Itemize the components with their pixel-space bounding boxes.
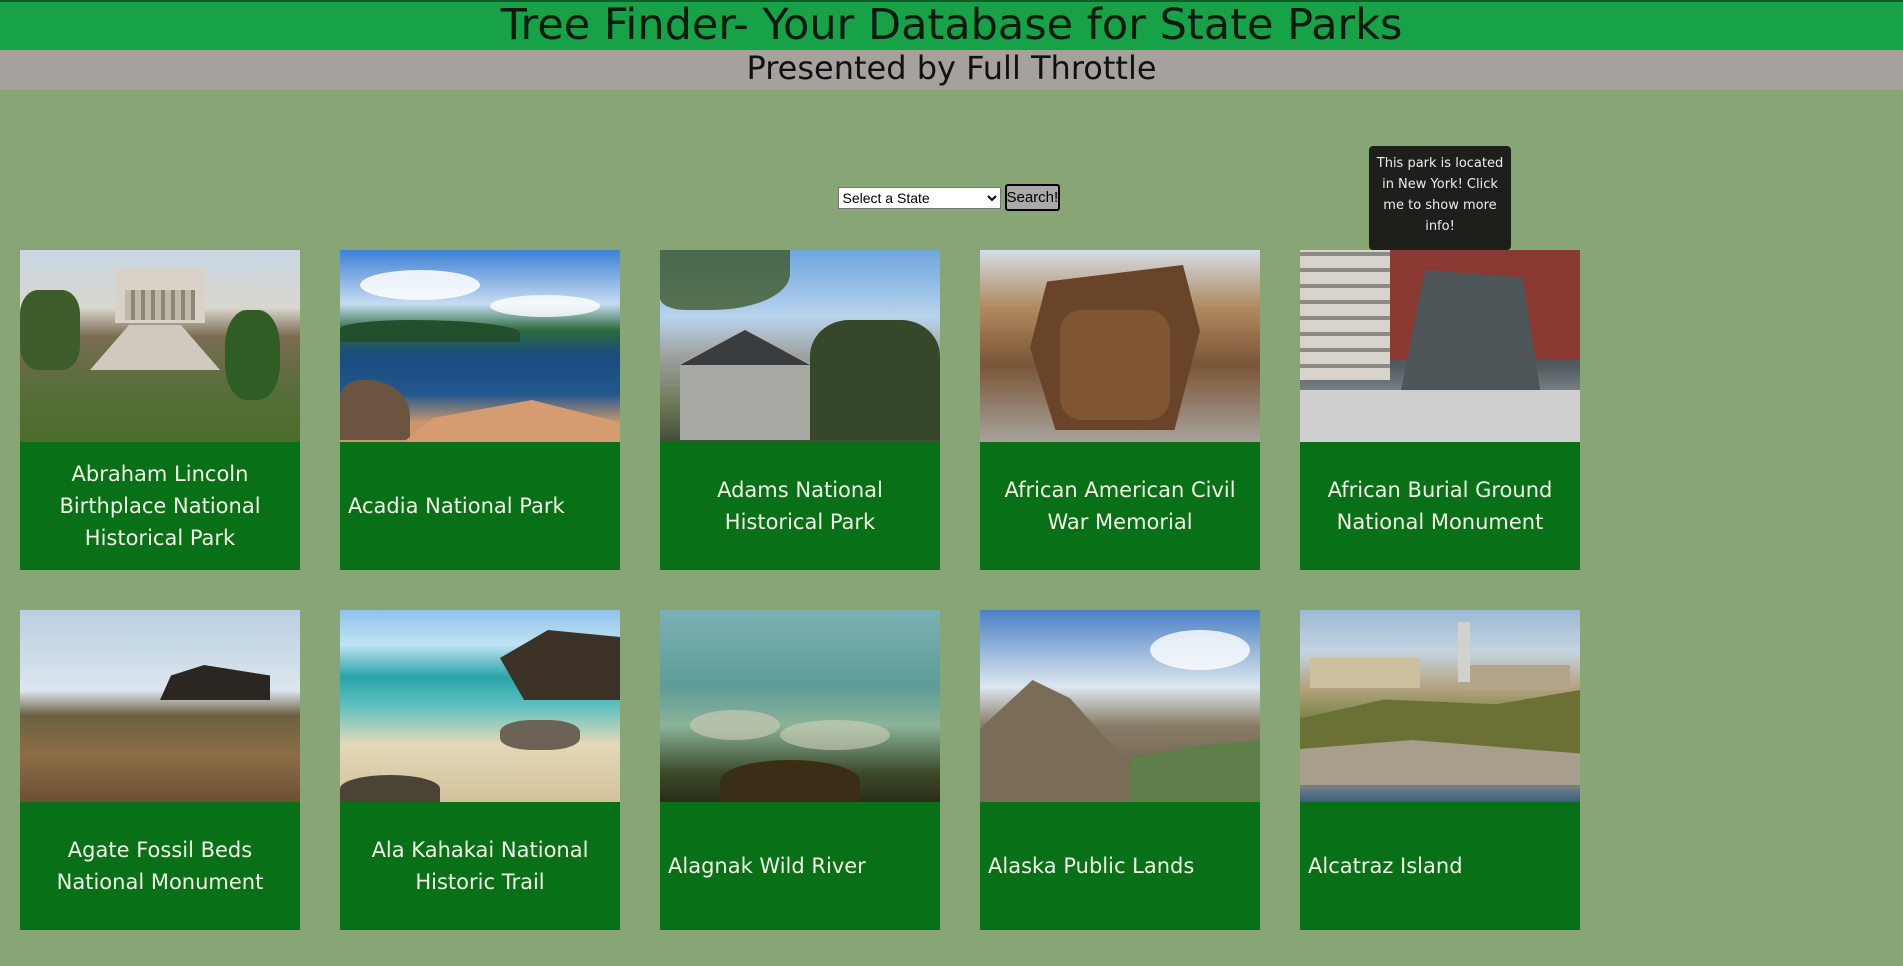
park-card[interactable]: Acadia National Park	[340, 250, 620, 570]
park-name-box: Ala Kahakai National Historic Trail	[340, 802, 620, 930]
park-name: Alagnak Wild River	[668, 854, 866, 878]
park-name: Acadia National Park	[348, 494, 565, 518]
park-card[interactable]: Alaska Public Lands	[980, 610, 1260, 930]
park-photo	[1300, 250, 1580, 442]
park-name-box: Alaska Public Lands	[980, 802, 1260, 930]
park-name: African American Civil War Memorial	[1004, 478, 1236, 534]
park-photo	[340, 610, 620, 802]
park-name: Ala Kahakai National Historic Trail	[371, 838, 589, 894]
park-photo	[20, 610, 300, 802]
park-name: Abraham Lincoln Birthplace National Hist…	[59, 462, 261, 550]
search-row: Select a State Search!	[0, 184, 1903, 211]
park-card[interactable]: Adams National Historical Park	[660, 250, 940, 570]
page-subtitle: Presented by Full Throttle	[746, 49, 1157, 87]
park-card[interactable]: African American Civil War Memorial	[980, 250, 1260, 570]
park-card[interactable]: Ala Kahakai National Historic Trail	[340, 610, 620, 930]
park-photo	[660, 610, 940, 802]
park-photo	[20, 250, 300, 442]
park-name-box: Adams National Historical Park	[660, 442, 940, 570]
park-photo	[980, 250, 1260, 442]
park-name-box: Agate Fossil Beds National Monument	[20, 802, 300, 930]
park-name-box: African Burial Ground National Monument	[1300, 442, 1580, 570]
park-card[interactable]: Alagnak Wild River	[660, 610, 940, 930]
page-title: Tree Finder- Your Database for State Par…	[500, 0, 1403, 50]
park-grid: Abraham Lincoln Birthplace National Hist…	[20, 250, 1580, 930]
park-location-tooltip: This park is located in New York! Click …	[1369, 146, 1511, 250]
park-name-box: Acadia National Park	[340, 442, 620, 570]
park-photo	[980, 610, 1260, 802]
park-name-box: African American Civil War Memorial	[980, 442, 1260, 570]
park-card[interactable]: Abraham Lincoln Birthplace National Hist…	[20, 250, 300, 570]
park-card[interactable]: African Burial Ground National Monument	[1300, 250, 1580, 570]
park-name: African Burial Ground National Monument	[1327, 478, 1553, 534]
site-subheader: Presented by Full Throttle	[0, 49, 1903, 90]
park-photo	[340, 250, 620, 442]
site-header: Tree Finder- Your Database for State Par…	[0, 0, 1903, 50]
park-name-box: Alcatraz Island	[1300, 802, 1580, 930]
park-name-box: Alagnak Wild River	[660, 802, 940, 930]
park-name: Agate Fossil Beds National Monument	[56, 838, 264, 894]
state-select[interactable]: Select a State	[837, 187, 1001, 209]
park-name: Alaska Public Lands	[988, 854, 1195, 878]
park-card[interactable]: Agate Fossil Beds National Monument	[20, 610, 300, 930]
park-name: Alcatraz Island	[1308, 854, 1463, 878]
park-photo	[1300, 610, 1580, 802]
search-button[interactable]: Search!	[1004, 184, 1060, 211]
park-name: Adams National Historical Park	[717, 478, 883, 534]
park-card[interactable]: Alcatraz Island	[1300, 610, 1580, 930]
park-photo	[660, 250, 940, 442]
park-name-box: Abraham Lincoln Birthplace National Hist…	[20, 442, 300, 570]
